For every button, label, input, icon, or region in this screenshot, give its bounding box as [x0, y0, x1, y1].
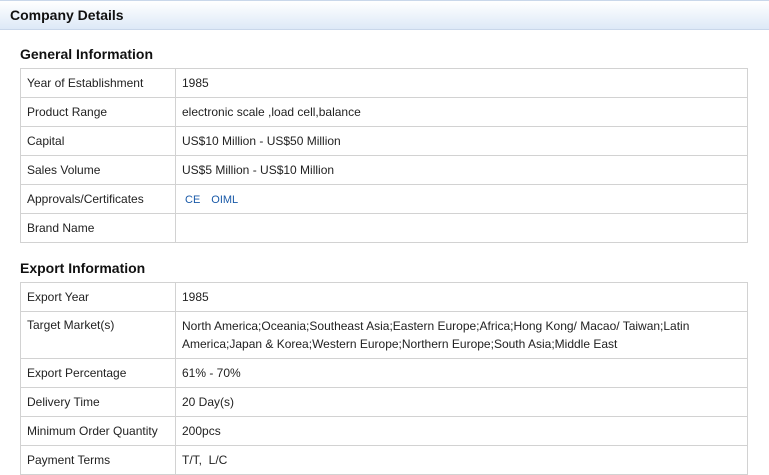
table-row: Minimum Order Quantity 200pcs — [20, 416, 748, 446]
general-information-title: General Information — [20, 46, 154, 62]
row-label: Delivery Time — [20, 387, 176, 417]
table-row: Export Percentage 61% - 70% — [20, 358, 748, 388]
row-label: Approvals/Certificates — [20, 184, 176, 214]
row-value: US$10 Million - US$50 Million — [175, 126, 748, 156]
table-row: Export Year 1985 — [20, 282, 748, 312]
table-row: Brand Name — [20, 213, 748, 243]
row-label: Payment Terms — [20, 445, 176, 475]
row-label: Product Range — [20, 97, 176, 127]
row-value: 1985 — [175, 68, 748, 98]
row-value: T/T, L/C — [175, 445, 748, 475]
certificate-ce-link[interactable]: CE — [185, 194, 200, 206]
row-value: 1985 — [175, 282, 748, 312]
general-information-table: Year of Establishment 1985 Product Range… — [20, 68, 748, 243]
certificate-oiml-link[interactable]: OIML — [211, 194, 238, 206]
row-value: North America;Oceania;Southeast Asia;Eas… — [175, 311, 748, 359]
table-row: Year of Establishment 1985 — [20, 68, 748, 98]
row-value: 61% - 70% — [175, 358, 748, 388]
table-row: Capital US$10 Million - US$50 Million — [20, 126, 748, 156]
row-label: Target Market(s) — [20, 311, 176, 359]
row-value: 20 Day(s) — [175, 387, 748, 417]
table-row: Product Range electronic scale ,load cel… — [20, 97, 748, 127]
row-label: Minimum Order Quantity — [20, 416, 176, 446]
row-value: 200pcs — [175, 416, 748, 446]
row-label: Export Percentage — [20, 358, 176, 388]
row-label: Capital — [20, 126, 176, 156]
row-value: US$5 Million - US$10 Million — [175, 155, 748, 185]
table-row: Sales Volume US$5 Million - US$10 Millio… — [20, 155, 748, 185]
table-row: Target Market(s) North America;Oceania;S… — [20, 311, 748, 359]
row-value — [175, 213, 748, 243]
row-label: Sales Volume — [20, 155, 176, 185]
export-information-table: Export Year 1985 Target Market(s) North … — [20, 282, 748, 475]
certificates-cell: CE OIML — [175, 184, 748, 214]
table-row: Payment Terms T/T, L/C — [20, 445, 748, 475]
row-value: electronic scale ,load cell,balance — [175, 97, 748, 127]
row-label: Brand Name — [20, 213, 176, 243]
company-details-panel: Company Details General Information Year… — [0, 0, 769, 475]
row-label: Export Year — [20, 282, 176, 312]
table-row: Delivery Time 20 Day(s) — [20, 387, 748, 417]
table-row: Approvals/Certificates CE OIML — [20, 184, 748, 214]
export-information-title: Export Information — [20, 260, 146, 276]
panel-title: Company Details — [0, 0, 769, 30]
row-label: Year of Establishment — [20, 68, 176, 98]
